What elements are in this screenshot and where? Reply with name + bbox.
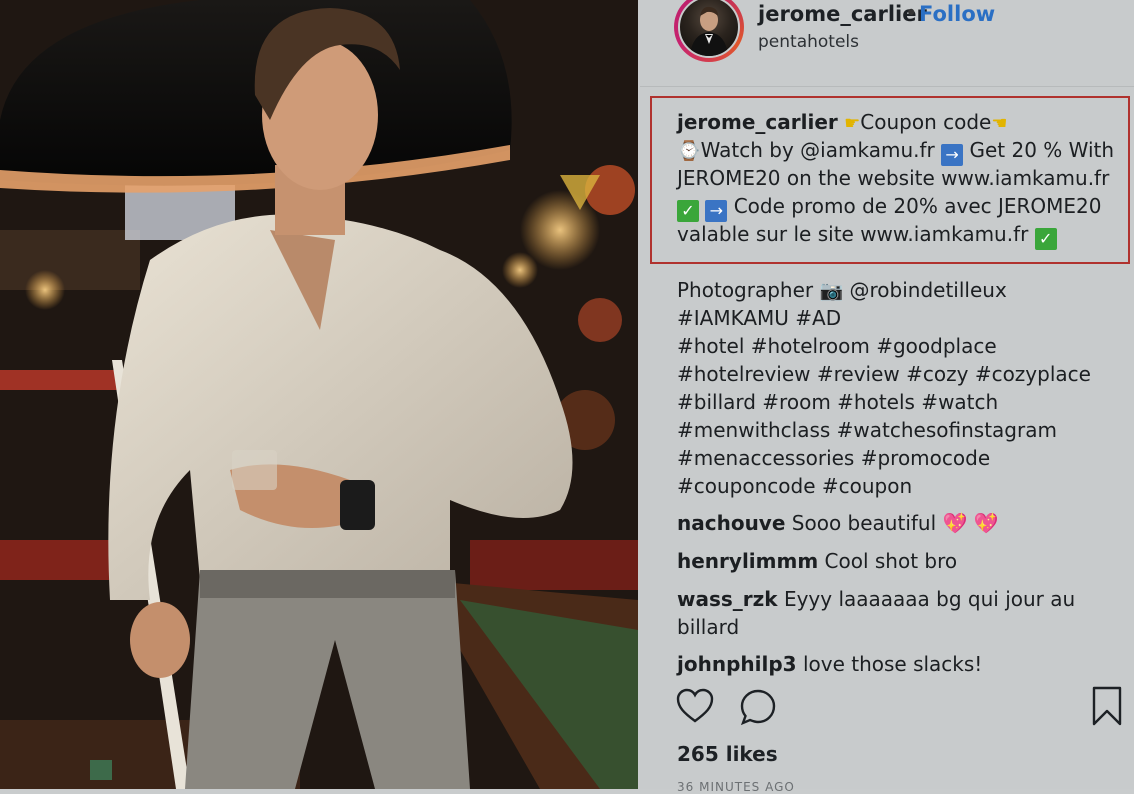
check-mark-icon: ✓ — [1034, 228, 1057, 250]
photographer-label: Photographer — [677, 278, 814, 302]
caption-coupon-text: Coupon code — [860, 110, 992, 134]
post-header: jerome_carlier • Follow pentahotels — [640, 0, 1134, 86]
bookmark-icon[interactable] — [1091, 686, 1123, 730]
pointing-hand-icon: ☚ — [991, 113, 1008, 134]
post-timestamp: 36 MINUTES AGO — [677, 780, 795, 794]
watch-icon: ⌚ — [677, 140, 701, 162]
caption-line-5: valable sur le site www.iamkamu.fr ✓ — [677, 220, 1057, 250]
caption-line-2: ⌚Watch by @iamkamu.fr → Get 20 % With — [677, 136, 1114, 166]
comment-item: wass_rzk Eyyy laaaaaaa bg qui jour au — [677, 585, 1075, 613]
hashtag-line[interactable]: #menaccessories #promocode — [677, 444, 990, 472]
hashtag-line[interactable]: #couponcode #coupon — [677, 472, 912, 500]
camera-icon: 📷 — [819, 280, 844, 302]
hashtag-line[interactable]: #billard #room #hotels #watch — [677, 388, 998, 416]
comment-text: love those slacks! — [802, 652, 983, 676]
avatar[interactable] — [678, 0, 740, 58]
post-photo[interactable] — [0, 0, 638, 789]
photographer-line: Photographer 📷 @robindetilleux — [677, 276, 1007, 305]
hashtag-line[interactable]: #menwithclass #watchesofinstagram — [677, 416, 1057, 444]
caption-discount-text: Get 20 % With — [969, 138, 1115, 162]
caption-author[interactable]: jerome_carlier — [677, 110, 838, 134]
comment-username[interactable]: wass_rzk — [677, 587, 778, 611]
post-location[interactable]: pentahotels — [758, 32, 859, 52]
heart-icon[interactable] — [676, 688, 714, 728]
comment-item: henrylimmm Cool shot bro — [677, 547, 957, 575]
comment-text: Cool shot bro — [824, 549, 958, 573]
comment-text-continued: billard — [677, 615, 740, 639]
caption-line-3: JEROME20 on the website www.iamkamu.fr — [677, 166, 1110, 190]
likes-count[interactable]: 265 likes — [677, 742, 778, 766]
comment-username[interactable]: johnphilp3 — [677, 652, 797, 676]
caption-promo-text: Code promo de 20% avec JEROME20 — [733, 194, 1102, 218]
caption-line-1: jerome_carlier ☛Coupon code☚ — [677, 108, 1008, 138]
comment-username[interactable]: henrylimmm — [677, 549, 818, 573]
caption-watch-text: Watch by @iamkamu.fr — [700, 138, 935, 162]
arrow-right-icon: → — [941, 144, 964, 166]
post-sidebar: jerome_carlier • Follow pentahotels jero… — [640, 0, 1134, 794]
check-mark-icon: ✓ — [677, 200, 699, 222]
caption-line-4: ✓ → Code promo de 20% avec JEROME20 — [677, 192, 1102, 222]
comment-username[interactable]: nachouve — [677, 511, 785, 535]
arrow-right-icon: → — [705, 200, 728, 222]
photo-illustration — [0, 0, 638, 789]
post-username[interactable]: jerome_carlier — [758, 2, 927, 26]
hashtag-line[interactable]: #IAMKAMU #AD — [677, 304, 841, 332]
comment-text: Sooo beautiful — [791, 511, 937, 535]
pointing-hand-icon: ☛ — [844, 113, 861, 134]
heart-emoji-icon: 💖 — [942, 511, 968, 535]
comment-item: nachouve Sooo beautiful 💖 💖 — [677, 509, 999, 537]
comment-item: johnphilp3 love those slacks! — [677, 650, 982, 678]
hashtag-line[interactable]: #hotel #hotelroom #goodplace — [677, 332, 997, 360]
hashtag-line[interactable]: #hotelreview #review #cozy #cozyplace — [677, 360, 1091, 388]
heart-emoji-icon: 💖 — [973, 511, 999, 535]
photographer-handle[interactable]: @robindetilleux — [850, 278, 1007, 302]
comment-text: Eyyy laaaaaaa bg qui jour au — [783, 587, 1076, 611]
separator-dot: • — [905, 1, 918, 25]
header-divider — [640, 86, 1134, 87]
action-bar — [640, 684, 1134, 734]
caption-site-text: valable sur le site www.iamkamu.fr — [677, 222, 1029, 246]
follow-button[interactable]: Follow — [919, 2, 995, 26]
avatar-image — [690, 6, 728, 56]
comment-icon[interactable] — [739, 688, 777, 730]
